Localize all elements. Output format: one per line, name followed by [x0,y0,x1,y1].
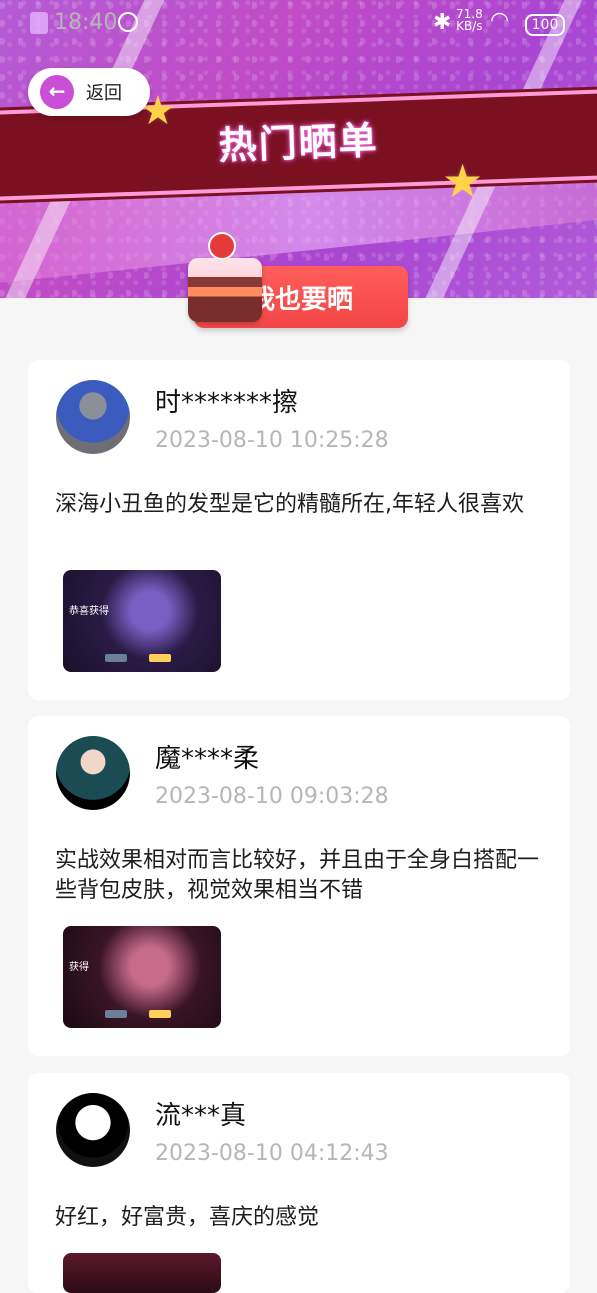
cake-icon [188,258,262,322]
post-card: 流***真 2023-08-10 04:12:43 好红，好富贵，喜庆的感觉 [28,1073,570,1293]
post-content: 实战效果相对而言比较好，并且由于全身白搭配一些背包皮肤，视觉效果相当不错 [55,848,540,903]
star-icon: ★ [442,154,484,208]
user-avatar [56,736,130,810]
post-share-label: 我也要晒 [248,284,353,315]
image-button-right [149,1010,171,1018]
post-username: 魔****柔 [155,744,260,774]
back-label: 返回 [86,83,122,104]
post-timestamp: 2023-08-10 09:03:28 [155,784,389,809]
user-avatar [56,1093,130,1167]
back-button[interactable]: ← 返回 [28,68,150,116]
image-background [63,926,221,1028]
status-indicator-icon [118,12,138,32]
image-background [63,570,221,672]
cherry-icon [208,232,236,260]
post-username: 时*******擦 [155,388,299,418]
notification-icon [30,12,48,34]
wifi-icon: ◠ [490,8,510,33]
image-button-right [149,654,171,662]
battery-indicator: 100 [525,14,565,36]
post-image[interactable]: 恭喜获得 [63,570,221,672]
user-avatar [56,380,130,454]
image-caption: 恭喜获得 [69,606,109,617]
post-card: 时*******擦 2023-08-10 10:25:28 深海小丑鱼的发型是它… [28,360,570,700]
status-time: 18:40 [54,10,118,35]
bluetooth-icon: ✱ [433,10,452,35]
post-card: 魔****柔 2023-08-10 09:03:28 实战效果相对而言比较好，并… [28,716,570,1056]
post-image[interactable] [63,1253,221,1293]
post-timestamp: 2023-08-10 10:25:28 [155,428,389,453]
post-content: 深海小丑鱼的发型是它的精髓所在,年轻人很喜欢 [55,492,524,517]
image-button-left [105,654,127,662]
post-image[interactable]: 获得 [63,926,221,1028]
arrow-left-icon: ← [40,75,74,109]
post-username: 流***真 [155,1101,247,1131]
post-timestamp: 2023-08-10 04:12:43 [155,1141,389,1166]
post-content: 好红，好富贵，喜庆的感觉 [55,1205,320,1230]
image-background [63,1253,221,1293]
network-speed-unit: KB/s [456,19,483,33]
status-bar: 18:40 ✱ 71.8 KB/s ◠ 100 [0,0,597,48]
image-button-left [105,1010,127,1018]
battery-level: 100 [531,17,559,33]
network-speed: 71.8 KB/s [456,8,483,32]
image-caption: 获得 [69,962,89,973]
